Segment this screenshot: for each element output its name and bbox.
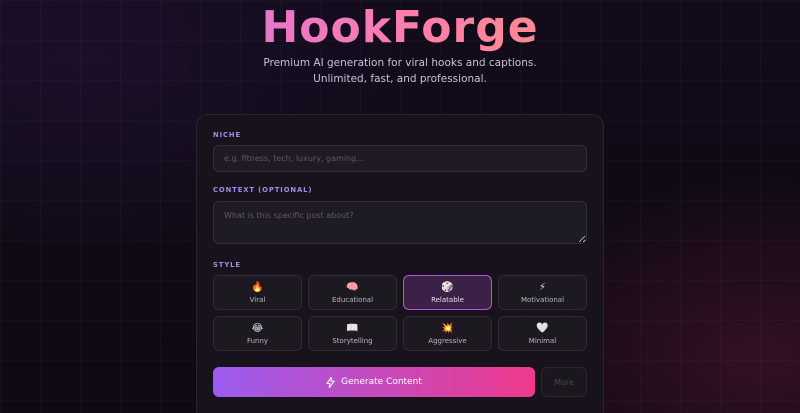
- style-option-label: Viral: [249, 295, 266, 304]
- context-label: CONTEXT (OPTIONAL): [213, 186, 313, 194]
- laughing-face-icon: 😂: [251, 322, 264, 334]
- style-options-grid: 🔥 Viral 🧠 Educational 🎲 Relatable ⚡ Moti…: [213, 275, 587, 351]
- open-book-icon: 📖: [346, 322, 359, 334]
- subtitle-line-1: Premium AI generation for viral hooks an…: [263, 57, 537, 69]
- style-option-label: Motivational: [520, 295, 565, 304]
- dice-icon: 🎲: [441, 281, 454, 293]
- subtitle-line-2: Unlimited, fast, and professional.: [313, 73, 487, 85]
- style-option-label: Relatable: [431, 295, 464, 304]
- app-subtitle: Premium AI generation for viral hooks an…: [0, 55, 800, 87]
- lightning-icon: ⚡: [538, 281, 547, 293]
- generate-content-label: Generate Content: [341, 377, 422, 387]
- lightning-icon: [326, 376, 335, 388]
- style-option-label: Funny: [246, 336, 269, 345]
- brain-icon: 🧠: [346, 281, 359, 293]
- fire-icon: 🔥: [251, 281, 264, 293]
- generate-content-button[interactable]: Generate Content: [213, 367, 535, 397]
- style-option-aggressive[interactable]: 💥 Aggressive: [403, 316, 492, 351]
- style-option-funny[interactable]: 😂 Funny: [213, 316, 302, 351]
- style-option-viral[interactable]: 🔥 Viral: [213, 275, 302, 310]
- style-option-label: Storytelling: [332, 336, 373, 345]
- generator-card: NICHE CONTEXT (OPTIONAL) STYLE 🔥 Viral 🧠…: [196, 114, 604, 413]
- white-heart-icon: 🤍: [536, 322, 549, 334]
- style-option-minimal[interactable]: 🤍 Minimal: [498, 316, 587, 351]
- style-option-motivational[interactable]: ⚡ Motivational: [498, 275, 587, 310]
- niche-input[interactable]: [213, 145, 587, 172]
- context-textarea[interactable]: [213, 201, 587, 244]
- explosion-icon: 💥: [441, 322, 454, 334]
- app-logo: HookForge: [0, 4, 800, 52]
- app-page: HookForge Premium AI generation for vira…: [0, 0, 800, 413]
- more-button[interactable]: More: [541, 367, 587, 397]
- niche-label: NICHE: [213, 131, 242, 139]
- style-option-label: Educational: [331, 295, 374, 304]
- style-option-relatable[interactable]: 🎲 Relatable: [403, 275, 492, 310]
- style-label: STYLE: [213, 261, 241, 269]
- style-option-educational[interactable]: 🧠 Educational: [308, 275, 397, 310]
- style-option-storytelling[interactable]: 📖 Storytelling: [308, 316, 397, 351]
- style-option-label: Aggressive: [428, 336, 467, 345]
- style-option-label: Minimal: [528, 336, 557, 345]
